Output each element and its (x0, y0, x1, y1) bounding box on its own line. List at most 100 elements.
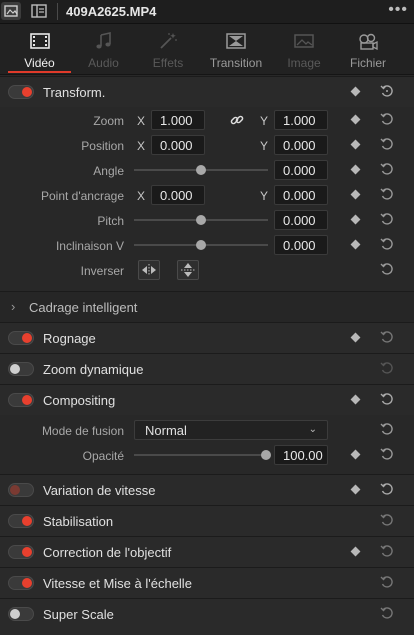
pitch-slider[interactable] (134, 215, 268, 225)
transform-keyframe-icon[interactable] (350, 86, 361, 97)
transform-enable-toggle[interactable] (8, 85, 34, 99)
pitch-reset-icon[interactable] (380, 212, 394, 226)
yaw-slider[interactable] (134, 240, 268, 250)
zoom-x-axis-label: X (137, 114, 146, 128)
angle-field[interactable]: 0.000 (274, 160, 328, 180)
stabilization-section-header[interactable]: Stabilisation (0, 505, 414, 536)
transition-icon (226, 33, 246, 49)
opacity-label: Opacité (82, 449, 124, 463)
angle-slider[interactable] (134, 165, 268, 175)
transform-section-header[interactable]: Transform. (0, 76, 414, 107)
position-x-axis-label: X (137, 139, 146, 153)
anchor-y-field[interactable]: 0.000 (274, 185, 328, 205)
compositing-reset-icon[interactable] (380, 392, 394, 406)
blend-mode-select[interactable]: Normal ⌄ (134, 420, 328, 440)
panel-layout-icon[interactable] (29, 2, 49, 20)
angle-slider-thumb[interactable] (196, 165, 206, 175)
stabilization-reset-icon[interactable] (380, 513, 394, 527)
blend-mode-label: Mode de fusion (41, 424, 124, 438)
position-keyframe-icon[interactable] (350, 139, 361, 150)
compositing-enable-toggle[interactable] (8, 393, 34, 407)
tab-file[interactable]: Fichier (340, 24, 396, 74)
dynamic-zoom-enable-toggle[interactable] (8, 362, 34, 376)
yaw-keyframe-icon[interactable] (350, 239, 361, 250)
flip-vertical-button[interactable] (177, 260, 199, 280)
compositing-section-title: Compositing (43, 393, 116, 408)
position-label: Position (81, 139, 124, 153)
lens-correction-keyframe-icon[interactable] (350, 546, 361, 557)
position-y-axis-label: Y (260, 139, 269, 153)
pitch-slider-thumb[interactable] (196, 215, 206, 225)
tab-video[interactable]: Vidéo (4, 24, 75, 74)
lens-correction-section-title: Correction de l'objectif (43, 545, 172, 560)
position-reset-icon[interactable] (380, 137, 394, 151)
anchor-reset-icon[interactable] (380, 187, 394, 201)
zoom-keyframe-icon[interactable] (350, 114, 361, 125)
link-icon[interactable] (229, 112, 245, 128)
flip-reset-icon[interactable] (380, 262, 394, 276)
yaw-reset-icon[interactable] (380, 237, 394, 251)
crop-reset-icon[interactable] (380, 330, 394, 344)
position-x-field[interactable]: 0.000 (151, 135, 205, 155)
crop-keyframe-icon[interactable] (350, 332, 361, 343)
tab-audio[interactable]: Audio (75, 24, 132, 74)
angle-reset-icon[interactable] (380, 162, 394, 176)
blend-mode-reset-icon[interactable] (380, 422, 394, 436)
opacity-reset-icon[interactable] (380, 447, 394, 461)
lens-correction-enable-toggle[interactable] (8, 545, 34, 559)
title-bar: 409A2625.MP4 ••• (0, 0, 414, 24)
anchor-x-field[interactable]: 0.000 (151, 185, 205, 205)
zoom-y-field[interactable]: 1.000 (274, 110, 328, 130)
opacity-slider-thumb[interactable] (261, 450, 271, 460)
compositing-keyframe-icon[interactable] (350, 394, 361, 405)
retime-scaling-section-header[interactable]: Vitesse et Mise à l'échelle (0, 567, 414, 598)
compositing-section-header[interactable]: Compositing (0, 384, 414, 415)
speed-change-reset-icon[interactable] (380, 482, 394, 496)
flip-label: Inverser (80, 264, 124, 278)
stabilization-enable-toggle[interactable] (8, 514, 34, 528)
zoom-reset-icon[interactable] (380, 112, 394, 126)
speed-change-keyframe-icon[interactable] (350, 484, 361, 495)
opacity-slider[interactable] (134, 450, 271, 460)
clip-title: 409A2625.MP4 (66, 4, 157, 19)
retime-scaling-section-title: Vitesse et Mise à l'échelle (43, 576, 192, 591)
chevron-down-icon: ⌄ (308, 424, 317, 435)
super-scale-reset-icon[interactable] (380, 606, 394, 620)
anchor-keyframe-icon[interactable] (350, 189, 361, 200)
yaw-slider-thumb[interactable] (196, 240, 206, 250)
smart-reframe-header[interactable]: › Cadrage intelligent (0, 291, 414, 322)
dynamic-zoom-section-header[interactable]: Zoom dynamique (0, 353, 414, 384)
lens-correction-reset-icon[interactable] (380, 544, 394, 558)
angle-label: Angle (93, 164, 124, 178)
transform-reset-icon[interactable] (380, 84, 394, 98)
position-y-field[interactable]: 0.000 (274, 135, 328, 155)
speed-change-enable-toggle[interactable] (8, 483, 34, 497)
crop-section-title: Rognage (43, 331, 96, 346)
tab-image[interactable]: Image (276, 24, 332, 74)
opacity-keyframe-icon[interactable] (350, 449, 361, 460)
lens-correction-section-header[interactable]: Correction de l'objectif (0, 536, 414, 567)
pitch-field[interactable]: 0.000 (274, 210, 328, 230)
super-scale-section-header[interactable]: Super Scale (0, 598, 414, 635)
tab-effects[interactable]: Effets (138, 24, 198, 74)
dynamic-zoom-reset-icon[interactable] (380, 361, 394, 375)
angle-keyframe-icon[interactable] (350, 164, 361, 175)
crop-enable-toggle[interactable] (8, 331, 34, 345)
more-options-icon[interactable]: ••• (388, 1, 408, 19)
super-scale-section-title: Super Scale (43, 607, 114, 622)
active-tab-indicator (8, 71, 71, 73)
opacity-field[interactable]: 100.00 (274, 445, 328, 465)
retime-scaling-reset-icon[interactable] (380, 575, 394, 589)
crop-section-header[interactable]: Rognage (0, 322, 414, 353)
pitch-keyframe-icon[interactable] (350, 214, 361, 225)
yaw-field[interactable]: 0.000 (274, 235, 328, 255)
retime-scaling-enable-toggle[interactable] (8, 576, 34, 590)
super-scale-enable-toggle[interactable] (8, 607, 34, 621)
media-pool-icon[interactable] (1, 2, 21, 20)
transform-section-title: Transform. (43, 85, 106, 100)
tab-transition[interactable]: Transition (204, 24, 268, 74)
zoom-x-field[interactable]: 1.000 (151, 110, 205, 130)
blend-mode-value: Normal (145, 423, 187, 438)
speed-change-section-header[interactable]: Variation de vitesse (0, 474, 414, 505)
flip-horizontal-button[interactable] (138, 260, 160, 280)
